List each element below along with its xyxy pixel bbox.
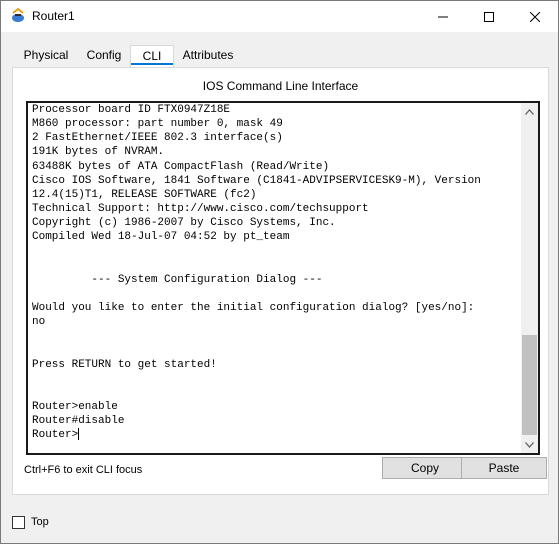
tab-physical[interactable]: Physical	[17, 45, 75, 67]
tab-cli[interactable]: CLI	[130, 45, 174, 68]
maximize-icon	[484, 11, 494, 22]
terminal-line: Processor board ID FTX0947Z18E	[32, 104, 231, 116]
tab-cli-label: CLI	[142, 49, 162, 63]
terminal-line: Cisco IOS Software, 1841 Software (C1841…	[32, 174, 481, 187]
scroll-down-button[interactable]	[521, 436, 538, 453]
terminal-line: Router>enable	[32, 400, 118, 413]
scrollbar-thumb[interactable]	[522, 335, 537, 435]
cli-panel: IOS Command Line Interface Processor boa…	[12, 67, 549, 495]
terminal-line: --- System Configuration Dialog ---	[32, 273, 323, 286]
chevron-down-icon	[525, 441, 534, 448]
cli-terminal[interactable]: Processor board ID FTX0947Z18E M860 proce…	[26, 101, 540, 455]
title-bar[interactable]: Router1	[1, 1, 558, 32]
chevron-up-icon	[525, 108, 534, 115]
scroll-up-button[interactable]	[521, 103, 538, 120]
packet-tracer-app-icon	[10, 7, 26, 24]
terminal-line: Technical Support: http://www.cisco.com/…	[32, 202, 369, 215]
terminal-scrollbar[interactable]	[521, 103, 538, 453]
terminal-line: M860 processor: part number 0, mask 49	[32, 118, 283, 131]
cli-heading: IOS Command Line Interface	[202, 79, 359, 93]
terminal-line: 191K bytes of NVRAM.	[32, 146, 165, 159]
minimize-icon	[438, 16, 448, 17]
terminal-output[interactable]: Processor board ID FTX0947Z18E M860 proce…	[32, 103, 516, 442]
minimize-button[interactable]	[420, 1, 466, 32]
terminal-line: Router>	[32, 428, 80, 442]
terminal-line: Press RETURN to get started!	[32, 358, 217, 371]
tab-config[interactable]: Config	[81, 45, 127, 67]
top-checkbox[interactable]	[12, 516, 25, 529]
tab-attributes[interactable]: Attributes	[176, 45, 240, 67]
terminal-line: no	[32, 316, 46, 329]
terminal-line: Compiled Wed 18-Jul-07 04:52 by pt_team	[32, 231, 290, 244]
maximize-button[interactable]	[466, 1, 512, 32]
paste-button[interactable]: Paste	[461, 457, 547, 479]
window-title: Router1	[32, 9, 75, 23]
terminal-line: 63488K bytes of ATA CompactFlash (Read/W…	[32, 160, 330, 173]
terminal-line: Copyright (c) 1986-2007 by Cisco Systems…	[32, 217, 336, 230]
cli-focus-hint: Ctrl+F6 to exit CLI focus	[24, 464, 143, 476]
terminal-line: Would you like to enter the initial conf…	[32, 301, 475, 314]
top-checkbox-label: Top	[31, 516, 49, 528]
router-window: Router1 Physical Config CLI Attributes I…	[0, 0, 559, 544]
terminal-line: Router#disable	[32, 415, 125, 428]
terminal-line: 12.4(15)T1, RELEASE SOFTWARE (fc2)	[32, 188, 257, 201]
text-cursor	[78, 428, 80, 441]
tab-bar: Physical Config CLI Attributes	[1, 45, 558, 68]
terminal-line: 2 FastEthernet/IEEE 802.3 interface(s)	[32, 132, 283, 145]
close-button[interactable]	[512, 1, 558, 32]
active-tab-indicator	[131, 63, 173, 65]
close-icon	[530, 11, 540, 22]
copy-button[interactable]: Copy	[382, 457, 468, 479]
